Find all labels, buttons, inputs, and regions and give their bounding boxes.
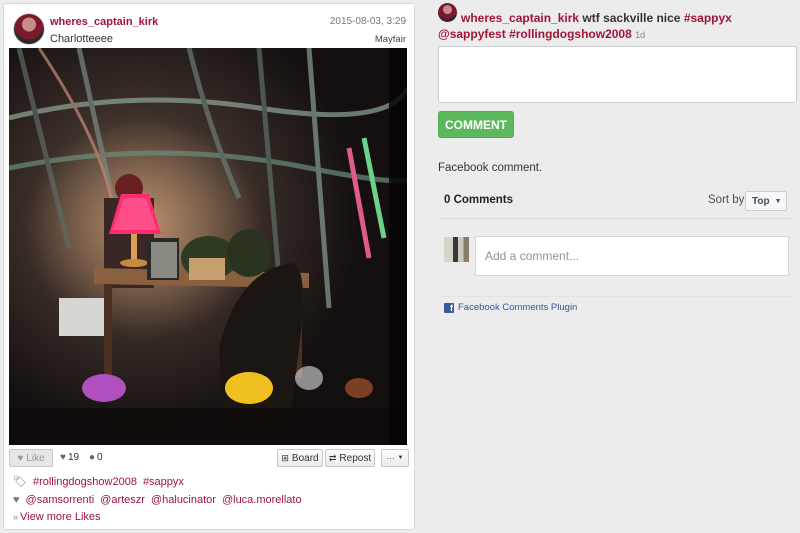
view-more-likes-link[interactable]: » View more Likes [13, 511, 101, 523]
more-options-button[interactable]: ··· ▼ [381, 449, 409, 467]
tags-icon: 🏷 [13, 476, 27, 488]
caret-down-icon: ▼ [774, 197, 782, 205]
likes-count-value: 19 [67, 452, 80, 463]
hashtag-link[interactable]: #rollingdogshow2008 [509, 27, 632, 41]
post-timestamp: 2015-08-03, 3:29 [329, 16, 406, 27]
plus-square-icon: ⊞ [281, 452, 289, 463]
liker-link[interactable]: @samsorrenti [26, 494, 95, 506]
repost-icon: ⇄ [328, 452, 337, 463]
fb-sort-label: Sort by [708, 194, 745, 206]
fb-comment-placeholder: Add a comment... [485, 249, 580, 263]
avatar[interactable] [13, 13, 45, 45]
comment-header: wheres_captain_kirk wtf sackville nice #… [438, 10, 798, 43]
repost-button-label: Repost [339, 452, 372, 464]
comments-count-value: 0 [97, 452, 103, 463]
tag-link[interactable]: #rollingdogshow2008 [33, 476, 137, 488]
speech-bubble-icon: ● [89, 452, 96, 463]
tag-link[interactable]: #sappyx [143, 476, 184, 488]
fb-plugin-label: Facebook Comments Plugin [458, 302, 578, 313]
divider [440, 218, 794, 219]
caret-down-icon: ▼ [397, 455, 404, 461]
fb-user-avatar [444, 237, 469, 262]
comment-textarea[interactable] [438, 46, 797, 103]
board-button[interactable]: ⊞ Board [277, 449, 323, 467]
tags-row: 🏷 #rollingdogshow2008 #sappyx [13, 475, 184, 489]
more-options-label: ··· [386, 453, 395, 463]
fb-comment-input[interactable]: Add a comment... [475, 236, 789, 276]
view-more-likes-label: View more Likes [20, 511, 101, 523]
comment-button[interactable]: COMMENT [438, 111, 514, 138]
post-location[interactable]: Mayfair [375, 34, 406, 45]
fb-sort-value: Top [752, 195, 770, 207]
post-photo-image [9, 48, 407, 445]
fb-comment-count: 0 Comments [444, 194, 514, 206]
heart-icon: ♥ [13, 494, 20, 506]
board-button-label: Board [291, 452, 319, 464]
facebook-comment-label: Facebook comment. [438, 162, 543, 174]
liker-link[interactable]: @luca.morellato [222, 494, 302, 506]
liker-link[interactable]: @arteszr [100, 494, 145, 506]
post-card: wheres_captain_kirk 2015-08-03, 3:29 Cha… [3, 3, 415, 530]
comment-age: 1d [635, 30, 646, 40]
hashtag-link[interactable]: @sappyfest [438, 27, 506, 41]
post-caption: Charlotteeee [50, 33, 113, 45]
post-actions: ♥ Like ♥ 19 ● 0 ⊞ Board ⇄ Repost ··· ▼ [9, 449, 410, 469]
hashtag-link[interactable]: #sappyx [684, 11, 732, 25]
double-chevron-right-icon: » [13, 512, 19, 522]
comment-text: wtf sackville nice [582, 11, 681, 25]
comment-username[interactable]: wheres_captain_kirk [461, 11, 579, 25]
facebook-icon: f [444, 302, 454, 313]
fb-sort-select[interactable]: Top ▼ [745, 191, 787, 211]
post-username[interactable]: wheres_captain_kirk [50, 16, 158, 28]
divider [440, 296, 794, 297]
like-button-label: Like [26, 452, 45, 464]
comments-count: ● 0 [89, 452, 103, 463]
post-photo[interactable] [9, 48, 407, 445]
heart-icon: ♥ [60, 452, 66, 463]
likers-row: ♥ @samsorrenti @arteszr @halucinator @lu… [13, 494, 302, 506]
like-button[interactable]: ♥ Like [9, 449, 53, 467]
fb-plugin-link[interactable]: f Facebook Comments Plugin [444, 302, 577, 313]
heart-icon: ♥ [17, 452, 24, 464]
liker-link[interactable]: @halucinator [151, 494, 216, 506]
repost-button[interactable]: ⇄ Repost [325, 449, 375, 467]
likes-count: ♥ 19 [60, 452, 79, 463]
